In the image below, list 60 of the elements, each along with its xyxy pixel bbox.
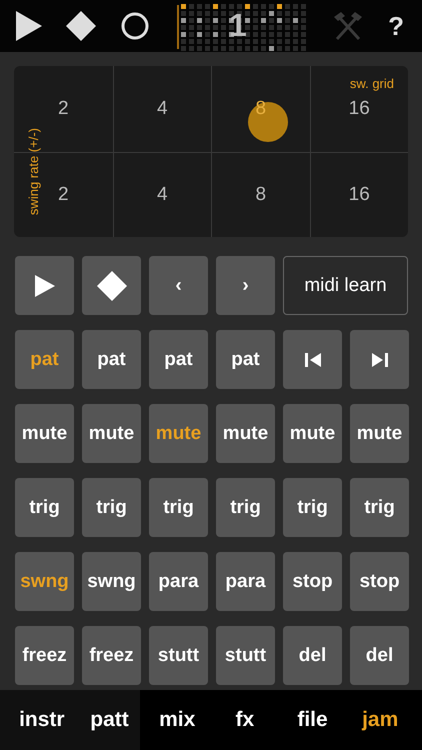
axis-label: sw. grid <box>350 76 394 91</box>
grid-value: 16 <box>348 98 370 120</box>
pad-button[interactable]: trig <box>350 478 409 537</box>
play-icon <box>34 274 54 296</box>
pad-button[interactable]: mute <box>15 404 74 463</box>
pad-button[interactable]: para <box>216 552 275 611</box>
pattern-grid-drawing[interactable] <box>177 1 307 51</box>
pad-button[interactable]: mute <box>283 404 342 463</box>
grid-value: 4 <box>156 184 168 206</box>
pad-button[interactable]: pat <box>149 330 208 389</box>
arrow-button[interactable]: ‹ <box>149 256 208 315</box>
grid-value: 2 <box>58 184 69 206</box>
pad-button[interactable]: trig <box>15 478 74 537</box>
midi-learn-button[interactable]: midi learn <box>283 256 408 315</box>
touch-point[interactable] <box>248 102 288 142</box>
pad-button[interactable]: trig <box>149 478 208 537</box>
play-button[interactable] <box>15 256 74 315</box>
tab[interactable]: fx <box>211 708 279 732</box>
tab[interactable]: patt <box>76 708 144 732</box>
tab[interactable]: mix <box>143 708 212 732</box>
pad-button[interactable]: freez <box>15 626 74 685</box>
pad-button[interactable]: stutt <box>216 626 275 685</box>
grid-value: 8 <box>255 184 266 206</box>
grid-value: 8 <box>255 98 266 120</box>
diamond-icon <box>96 270 126 300</box>
tab[interactable]: instr <box>8 708 76 732</box>
stop-button[interactable] <box>66 11 96 41</box>
stop-button[interactable] <box>82 256 141 315</box>
play-button[interactable] <box>16 11 42 41</box>
swing-pad[interactable]: 2 4 8 16 2 4 8 16 sw. grid swing rate (+/-) <box>14 66 408 237</box>
pad-button[interactable]: del <box>283 626 342 685</box>
tab[interactable]: file <box>278 708 346 732</box>
pad-button[interactable]: trig <box>82 478 141 537</box>
skip-forward-icon <box>372 352 388 366</box>
pattern-number: 1 <box>229 7 247 44</box>
record-button[interactable] <box>121 12 149 40</box>
pad-button[interactable]: mute <box>82 404 141 463</box>
grid-value: 2 <box>58 98 69 120</box>
skip-back-icon <box>304 352 320 366</box>
axis-label: swing rate (+/-) <box>26 128 41 216</box>
pad-button[interactable]: para <box>149 552 208 611</box>
pad-button[interactable]: mute <box>350 404 409 463</box>
pad-button[interactable]: freez <box>82 626 141 685</box>
pad-button[interactable]: pat <box>216 330 275 389</box>
pad-button[interactable]: mute <box>216 404 275 463</box>
pad-button[interactable]: stop <box>283 552 342 611</box>
pad-button[interactable] <box>350 330 409 389</box>
pad-button[interactable]: stop <box>350 552 409 611</box>
pad-button[interactable]: trig <box>283 478 342 537</box>
tab[interactable]: jam <box>346 708 414 732</box>
pad-button[interactable]: stutt <box>149 626 208 685</box>
pad-button[interactable]: pat <box>82 330 141 389</box>
pad-button[interactable] <box>283 330 342 389</box>
help-button[interactable]: ? <box>384 10 408 42</box>
grid-value: 16 <box>348 184 370 206</box>
arrow-button[interactable]: › <box>216 256 275 315</box>
pad-button[interactable]: trig <box>216 478 275 537</box>
grid-value: 4 <box>156 98 168 120</box>
pad-button[interactable]: swng <box>82 552 141 611</box>
pad-button[interactable]: del <box>350 626 409 685</box>
